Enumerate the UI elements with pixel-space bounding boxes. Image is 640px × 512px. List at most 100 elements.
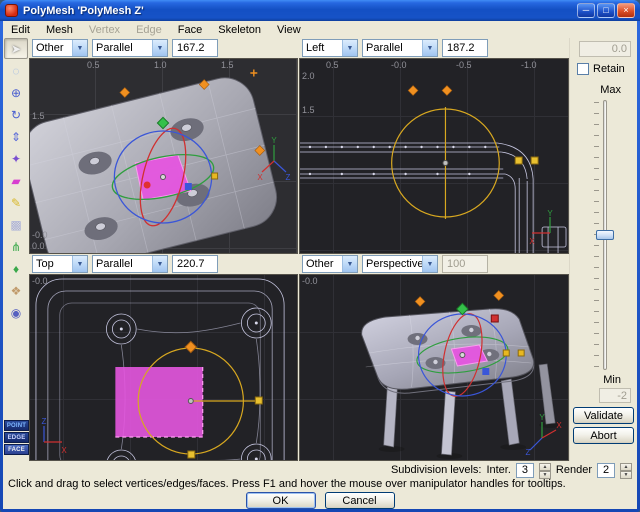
camera-tool-button[interactable]: ◉: [4, 302, 28, 323]
inter-value-field[interactable]: 3: [516, 463, 534, 478]
scale-tool-button[interactable]: ⇕: [4, 126, 28, 147]
menu-vertex: Vertex: [81, 23, 128, 37]
grid-label: -0.5: [456, 60, 472, 70]
edge-mode-button[interactable]: EDGE: [4, 432, 29, 443]
lasso-tool-icon: ◌: [12, 64, 19, 78]
select-tool-button[interactable]: ➤: [4, 38, 28, 59]
view-orientation-select[interactable]: Top ▼: [32, 255, 88, 273]
selection-mode-group: POINT EDGE FACE: [4, 420, 29, 455]
camera-tool-icon: ◉: [11, 306, 21, 320]
axis-x-label: X: [257, 173, 263, 182]
hand-tool-button[interactable]: ❖: [4, 280, 28, 301]
lasso-tool-button[interactable]: ◌: [4, 60, 28, 81]
view-orientation-select[interactable]: Other ▼: [32, 39, 88, 57]
point-mode-button[interactable]: POINT: [4, 420, 29, 431]
chevron-down-icon[interactable]: ▼: [422, 40, 437, 56]
chevron-down-icon[interactable]: ▼: [152, 40, 167, 56]
bone-tool-button[interactable]: ♦: [4, 258, 28, 279]
skeleton-tool-button[interactable]: ⋔: [4, 236, 28, 257]
cancel-button[interactable]: Cancel: [325, 492, 395, 509]
slider-min-value-field: -2: [599, 388, 631, 403]
view-orientation-value: Other: [33, 42, 72, 54]
validate-button[interactable]: Validate: [573, 407, 634, 424]
spinner-up-icon[interactable]: ▲: [620, 463, 632, 471]
hand-tool-icon: ❖: [11, 284, 22, 298]
subdivision-label: Subdivision levels:: [391, 464, 482, 476]
viewport-top-right: Left ▼ Parallel ▼ 187.2: [299, 38, 569, 254]
smooth-tool-icon: ▩: [10, 218, 21, 232]
render-value-field[interactable]: 2: [597, 463, 615, 478]
axis-y-label: Y: [547, 209, 553, 218]
menu-edit[interactable]: Edit: [3, 23, 38, 37]
slider-thumb[interactable]: [596, 230, 614, 240]
spinner-down-icon[interactable]: ▼: [620, 471, 632, 479]
viewport-bottom-right: Other ▼ Perspective ▼ 100: [299, 254, 569, 461]
crayon-tool-button[interactable]: ✎: [4, 192, 28, 213]
projection-value: Parallel: [363, 42, 422, 54]
face-mode-button[interactable]: FACE: [4, 444, 29, 455]
projection-select[interactable]: Perspective ▼: [362, 255, 438, 273]
menubar: Edit Mesh Vertex Edge Face Skeleton View: [3, 21, 637, 38]
grid-label: 1.5: [32, 111, 45, 121]
view-orientation-value: Top: [33, 258, 72, 270]
chevron-down-icon[interactable]: ▼: [342, 40, 357, 56]
translate-tool-icon: ⊕: [11, 86, 21, 100]
chevron-down-icon[interactable]: ▼: [72, 256, 87, 272]
viewport-canvas-wireframe-left[interactable]: 0.5 -0.0 -0.5 -1.0 2.0 1.5 Y X: [299, 58, 569, 254]
close-button[interactable]: ×: [617, 3, 635, 18]
projection-select[interactable]: Parallel ▼: [362, 39, 438, 57]
zoom-value-field[interactable]: 187.2: [442, 39, 488, 57]
rotate-tool-button[interactable]: ↻: [4, 104, 28, 125]
face-paint-tool-icon: ▰: [11, 174, 20, 188]
ok-button[interactable]: OK: [246, 492, 316, 509]
minimize-button[interactable]: ─: [577, 3, 595, 18]
render-label: Render: [556, 464, 592, 476]
dialog-buttons: OK Cancel: [3, 492, 637, 509]
spinner-up-icon[interactable]: ▲: [539, 463, 551, 471]
projection-value: Parallel: [93, 42, 152, 54]
dialog-client-area: Edit Mesh Vertex Edge Face Skeleton View…: [3, 21, 637, 509]
zoom-value-field[interactable]: 167.2: [172, 39, 218, 57]
menu-mesh[interactable]: Mesh: [38, 23, 81, 37]
chevron-down-icon[interactable]: ▼: [342, 256, 357, 272]
axis-y-label: Y: [539, 413, 545, 422]
slider-min-label: Min: [603, 374, 621, 386]
retain-checkbox[interactable]: [577, 63, 589, 75]
extrude-tool-button[interactable]: ✦: [4, 148, 28, 169]
grid-label: -0.0: [391, 60, 407, 70]
viewport-canvas-perspective[interactable]: -0.0 Y X Z: [299, 274, 569, 461]
translate-tool-button[interactable]: ⊕: [4, 82, 28, 103]
menu-view[interactable]: View: [269, 23, 309, 37]
maximize-button[interactable]: □: [597, 3, 615, 18]
face-paint-tool-button[interactable]: ▰: [4, 170, 28, 191]
range-slider: [570, 100, 637, 370]
projection-select[interactable]: Parallel ▼: [92, 255, 168, 273]
grid-label: -0.0: [302, 276, 318, 286]
inter-label: Inter.: [486, 464, 510, 476]
view-orientation-select[interactable]: Other ▼: [302, 255, 358, 273]
titlebar[interactable]: PolyMesh 'PolyMesh Z' ─ □ ×: [0, 0, 640, 21]
viewport-canvas-wireframe-top[interactable]: -0.0 Z X: [29, 274, 298, 461]
zoom-value-field[interactable]: 220.7: [172, 255, 218, 273]
crayon-tool-icon: ✎: [11, 196, 21, 210]
axis-z-label: Z: [286, 173, 291, 182]
polymesh-window: PolyMesh 'PolyMesh Z' ─ □ × Edit Mesh Ve…: [0, 0, 640, 512]
viewport-header: Other ▼ Perspective ▼ 100: [299, 254, 569, 274]
viewport-canvas-shaded[interactable]: 0.5 1.0 1.5 1.5 -0.0 0.0 Y Z X: [29, 58, 298, 254]
chevron-down-icon[interactable]: ▼: [422, 256, 437, 272]
viewport-header: Other ▼ Parallel ▼ 167.2: [29, 38, 298, 58]
menu-skeleton[interactable]: Skeleton: [210, 23, 269, 37]
smooth-tool-button[interactable]: ▩: [4, 214, 28, 235]
abort-button[interactable]: Abort: [573, 427, 634, 444]
axis-x-label: X: [61, 446, 67, 455]
menu-face[interactable]: Face: [170, 23, 210, 37]
axis-z-label: Z: [526, 448, 531, 456]
axis-y-label: Y: [271, 136, 277, 145]
view-orientation-value: Left: [303, 42, 342, 54]
chevron-down-icon[interactable]: ▼: [152, 256, 167, 272]
scale-tool-icon: ⇕: [11, 130, 21, 144]
axis-triad: Y X: [526, 209, 562, 249]
chevron-down-icon[interactable]: ▼: [72, 40, 87, 56]
projection-select[interactable]: Parallel ▼: [92, 39, 168, 57]
view-orientation-select[interactable]: Left ▼: [302, 39, 358, 57]
